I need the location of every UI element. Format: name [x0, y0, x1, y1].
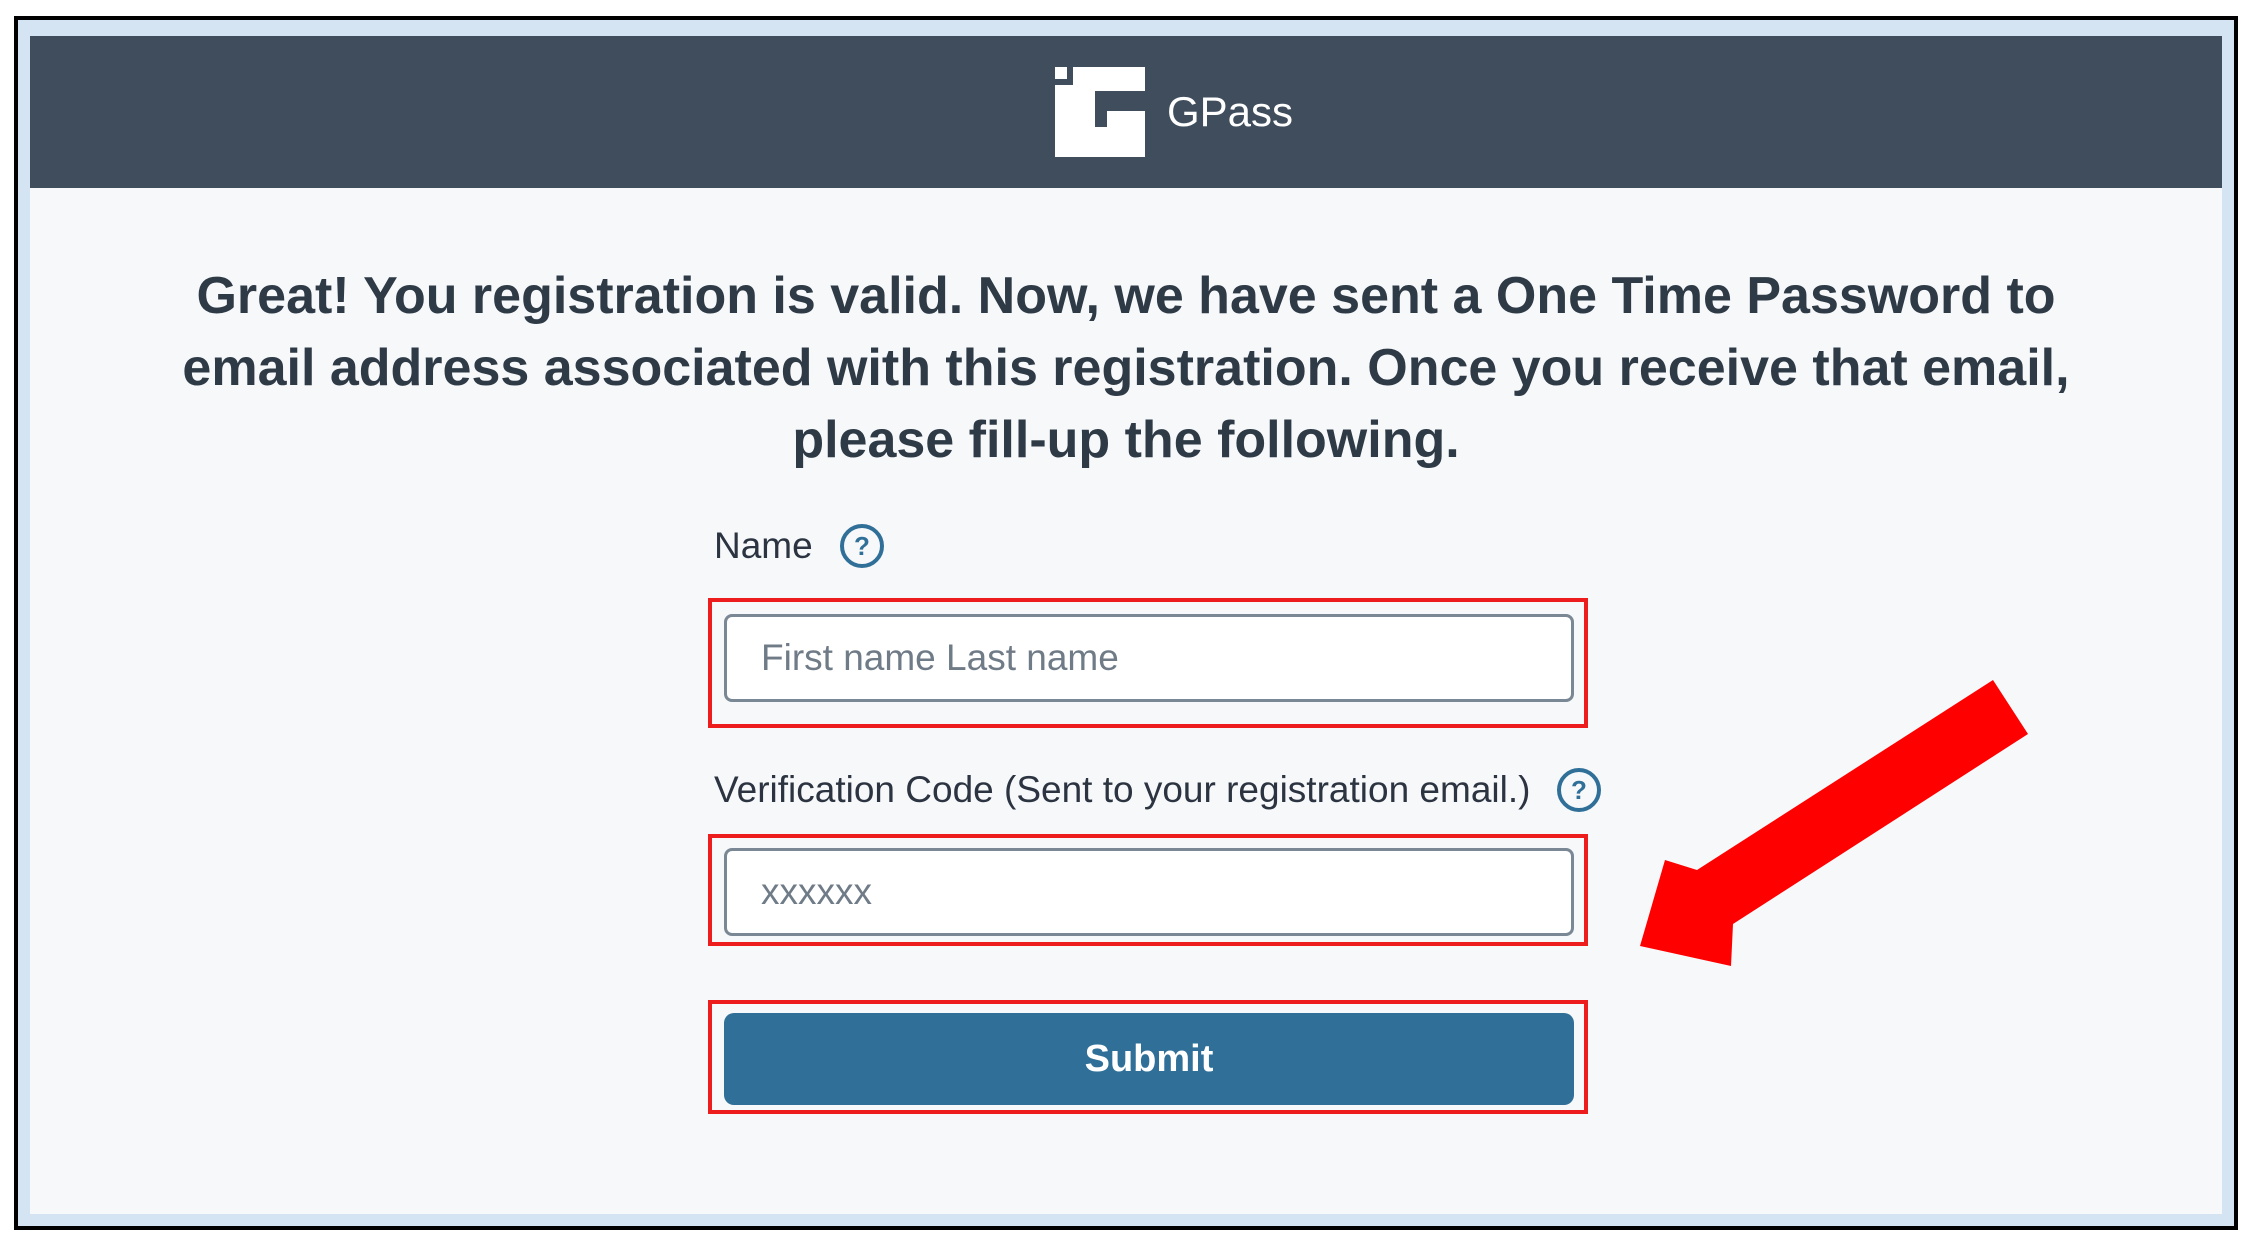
verification-label-row: Verification Code (Sent to your registra…	[714, 760, 1602, 820]
top-bar: GPass	[30, 36, 2222, 188]
verification-code-label: Verification Code (Sent to your registra…	[714, 769, 1531, 810]
brand[interactable]: GPass	[1055, 60, 1293, 164]
registration-valid-message: Great! You registration is valid. Now, w…	[182, 267, 2070, 469]
verification-code-input[interactable]	[724, 848, 1574, 936]
page: GPass Great! You registration is valid. …	[30, 36, 2222, 1214]
help-circle-icon[interactable]: ?	[1556, 767, 1602, 813]
name-label-row: Name ?	[714, 516, 885, 576]
submit-button[interactable]: Submit	[724, 1013, 1574, 1105]
name-label: Name	[714, 525, 813, 566]
svg-text:?: ?	[1572, 775, 1588, 805]
screenshot-frame: GPass Great! You registration is valid. …	[14, 16, 2238, 1230]
help-circle-icon[interactable]: ?	[839, 523, 885, 569]
submit-highlight: Submit	[708, 1000, 1588, 1114]
app-name: GPass	[1167, 88, 1294, 135]
gpass-logo-icon	[1055, 67, 1145, 157]
name-field-highlight	[708, 598, 1588, 728]
verification-field-highlight	[708, 834, 1588, 946]
name-input[interactable]	[724, 614, 1574, 702]
svg-text:?: ?	[854, 531, 870, 561]
